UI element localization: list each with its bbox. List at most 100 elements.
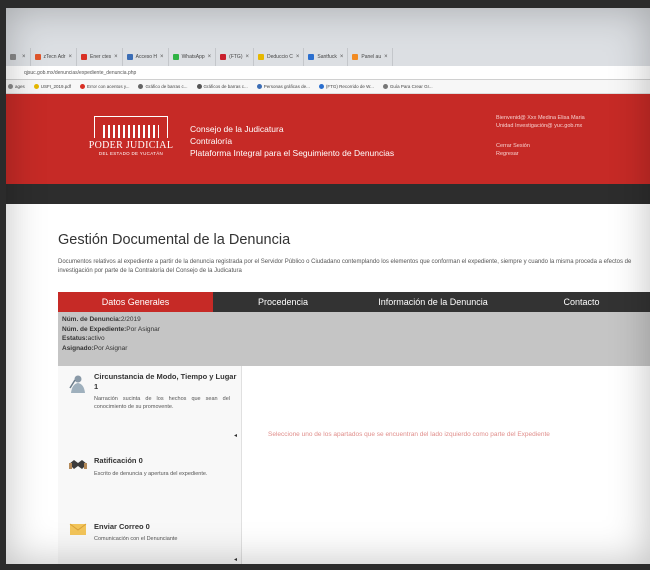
tab-datos-generales[interactable]: Datos Generales <box>58 292 213 312</box>
logo-name: PODER JUDICIAL <box>88 140 174 151</box>
bookmark-label: Personas gráficas de... <box>263 84 310 89</box>
browser-tab[interactable]: (FTG) × <box>216 48 254 66</box>
asignado-row: Asignado:Por Asignar <box>62 344 646 354</box>
bookmark-label: Error con acentos y... <box>87 84 130 89</box>
asignado-value: Por Asignar <box>93 344 128 352</box>
section-body: Comunicación con el Denunciante <box>94 536 178 542</box>
bookmark-favicon-icon <box>318 84 324 89</box>
logo-subtitle: DEL ESTADO DE YUCATÁN <box>98 151 164 156</box>
browser-tab-label: (FTG) <box>229 54 243 60</box>
header-line-consejo: Consejo de la Judicatura <box>190 124 284 134</box>
person-icon <box>69 375 85 393</box>
section-tabs: Datos Generales Procedencia Información … <box>58 292 650 312</box>
num-denuncia-value: 2/2019 <box>120 316 141 323</box>
bookmark-favicon-icon <box>80 84 86 89</box>
section-title: Enviar Correo 0 <box>94 522 150 531</box>
close-tab-icon[interactable]: × <box>68 54 72 60</box>
header-line-plataforma: Plataforma Integral para el Seguimiento … <box>190 148 395 158</box>
close-tab-icon[interactable]: × <box>208 54 212 60</box>
bookmark-favicon-icon <box>33 84 39 89</box>
num-denuncia-label: Núm. de Denuncia: <box>62 316 121 323</box>
browser-tab[interactable]: Ener ctes × <box>77 48 123 66</box>
section-body: Escrito de denuncia y apertura del exped… <box>94 471 208 477</box>
back-link[interactable]: Regresar <box>496 150 585 158</box>
bullet-icon: ◂ <box>234 433 238 439</box>
bullet-icon: ◂ <box>234 557 238 563</box>
bookmark-favicon-icon <box>8 84 13 89</box>
bookmark-item[interactable]: Error con acentos y... <box>80 84 129 89</box>
estatus-row: Estatus:activo <box>62 334 646 344</box>
close-tab-icon[interactable]: × <box>22 54 26 60</box>
browser-tab-label: WhatsApp <box>181 54 205 60</box>
browser-tab-label: zTecn Adr <box>43 54 66 60</box>
close-tab-icon[interactable]: × <box>384 54 388 60</box>
browser-tab-label: Acceso H <box>135 54 158 60</box>
favicon-icon <box>126 54 133 60</box>
bookmark-favicon-icon <box>138 84 144 89</box>
section-ratificacion[interactable]: Ratificación 0 Escrito de denuncia y ape… <box>58 452 242 512</box>
unit-text: Unidad Investigación@ yuc.gob.mx <box>496 123 583 129</box>
bookmark-item[interactable]: (FTG) Recorrido de W... <box>318 84 374 89</box>
browser-tab[interactable]: Acceso H × <box>123 48 169 66</box>
tab-contacto[interactable]: Contacto <box>513 292 650 312</box>
tab-informacion-denuncia[interactable]: Información de la Denuncia <box>353 292 513 312</box>
case-info-box: Núm. de Denuncia:2/2019 Núm. de Expedien… <box>58 312 650 366</box>
bookmark-item[interactable]: Gráficos de barras c... <box>196 84 248 89</box>
url-text: qjsuc.gob.mx/denuncias/expediente_denunc… <box>24 69 137 76</box>
bookmark-label: Gráfico de barras c... <box>145 84 188 89</box>
browser-tab[interactable]: Panel au × <box>348 48 393 66</box>
favicon-icon <box>220 54 227 60</box>
poder-judicial-logo[interactable]: PODER JUDICIAL DEL ESTADO DE YUCATÁN <box>72 116 190 156</box>
section-title: Ratificación 0 <box>94 456 143 465</box>
section-enviar-correo[interactable]: Enviar Correo 0 Comunicación con el Denu… <box>58 516 242 564</box>
bookmark-label: USFI_2019.pdf <box>40 84 72 89</box>
bookmark-item[interactable]: Personas gráficas de... <box>256 84 310 89</box>
browser-tab[interactable]: WhatsApp × <box>169 48 217 66</box>
close-tab-icon[interactable]: × <box>340 54 344 60</box>
browser-tab[interactable]: × <box>6 48 31 66</box>
browser-tab-label: Panel au <box>361 54 382 60</box>
estatus-label: Estatus: <box>62 335 88 342</box>
section-circunstancia[interactable]: Circunstancia de Modo, Tiempo y Lugar 1 … <box>58 372 242 448</box>
browser-tabs: × zTecn Adr × Ener ctes × Acceso H × WhatsApp ×(… <box>6 48 650 66</box>
bookmark-favicon-icon <box>196 84 202 89</box>
logout-link[interactable]: Cerrar Sesión <box>496 142 585 150</box>
close-tab-icon[interactable]: × <box>245 54 249 60</box>
close-tab-icon[interactable]: × <box>114 54 118 60</box>
bookmark-item[interactable]: ages <box>8 84 25 89</box>
header-titles: Consejo de la Judicatura Contraloría Pla… <box>190 123 394 159</box>
favicon-icon <box>10 54 16 60</box>
favicon-icon <box>81 54 87 60</box>
close-tab-icon[interactable]: × <box>296 54 300 60</box>
tab-procedencia[interactable]: Procedencia <box>213 292 353 312</box>
bookmark-label: Gráficos de barras c... <box>203 84 248 89</box>
close-tab-icon[interactable]: × <box>160 54 164 60</box>
bookmark-favicon-icon <box>382 84 388 89</box>
page-description: Documentos relativos al expediente a par… <box>58 259 632 274</box>
bookmark-label: Guía Para Crear Gr... <box>389 84 433 89</box>
address-bar[interactable]: qjsuc.gob.mx/denuncias/expediente_denunc… <box>6 66 650 80</box>
site-header: PODER JUDICIAL DEL ESTADO DE YUCATÁN Con… <box>6 94 650 184</box>
section-title: Circunstancia de Modo, Tiempo y Lugar 1 <box>94 372 237 391</box>
browser-tab-label: Deduccio C <box>267 54 293 60</box>
browser-tab[interactable]: Deduccio C × <box>254 48 305 66</box>
envelope-icon <box>69 523 87 535</box>
browser-tab[interactable]: Santfuck × <box>304 48 349 66</box>
welcome-text: Bienvenid@ Xxx Medina Elisa Maria <box>496 115 585 121</box>
asignado-label: Asignado: <box>62 344 94 352</box>
num-expediente-label: Núm. de Expediente: <box>62 325 127 333</box>
browser-tab-label: Ener ctes <box>90 54 112 60</box>
favicon-icon <box>258 54 264 60</box>
building-icon <box>94 116 168 138</box>
bookmark-item[interactable]: Guía Para Crear Gr... <box>382 84 433 89</box>
bookmarks-bar: ages USFI_2019.pdf Error con acentos y... G… <box>6 80 650 94</box>
bookmark-label: (FTG) Recorrido de W... <box>325 84 374 89</box>
header-divider-bar <box>6 184 650 204</box>
header-line-contraloria: Contraloría <box>190 136 233 146</box>
num-expediente-value: Por Asignar <box>126 325 160 333</box>
browser-tab[interactable]: zTecn Adr × <box>31 48 77 66</box>
favicon-icon <box>352 54 359 60</box>
bookmark-item[interactable]: Gráfico de barras c... <box>138 84 188 89</box>
favicon-icon <box>172 54 179 60</box>
bookmark-item[interactable]: USFI_2019.pdf <box>33 84 72 89</box>
